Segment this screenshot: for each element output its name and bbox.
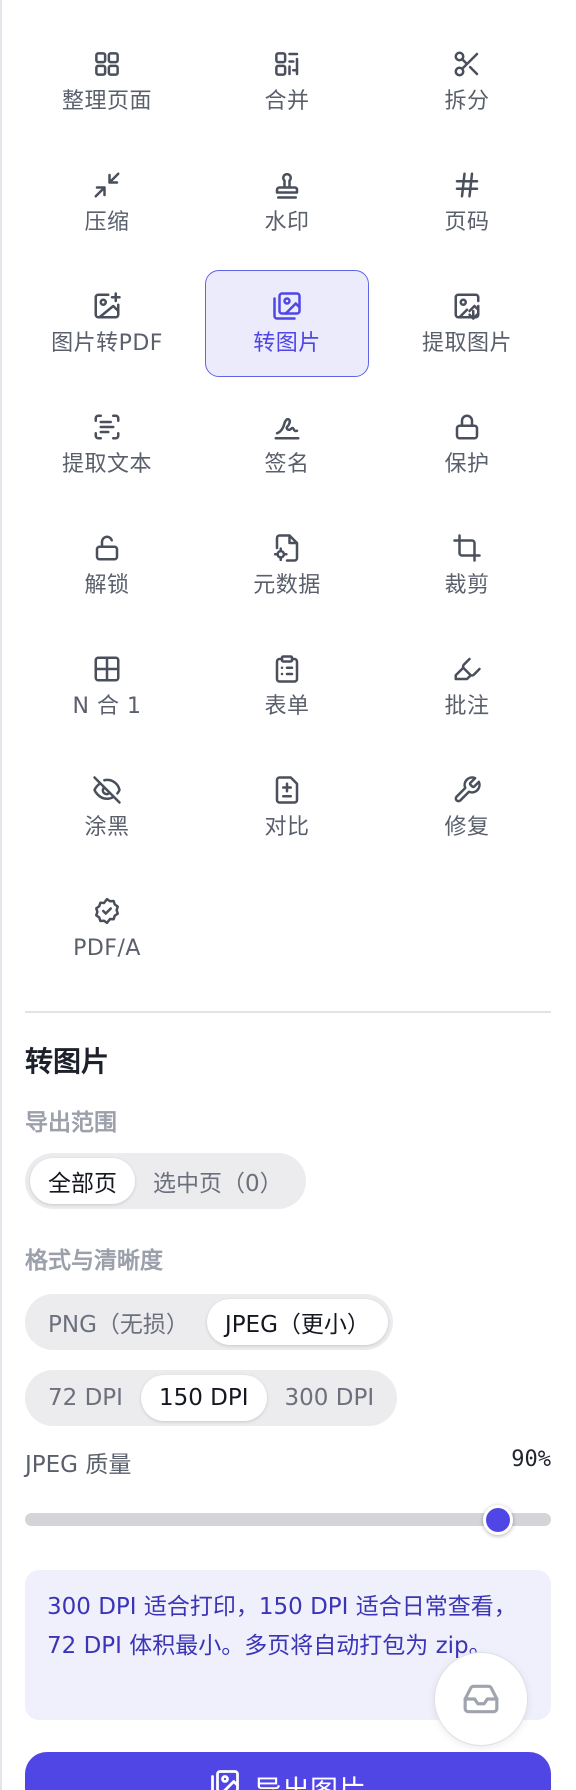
images-icon (273, 291, 301, 320)
tool-to-image[interactable]: 转图片 (205, 270, 369, 377)
tool-label: 图片转PDF (51, 330, 163, 356)
file-cog-icon (273, 533, 299, 562)
range-option-all[interactable]: 全部页 (30, 1158, 135, 1204)
tool-split[interactable]: 拆分 (385, 28, 549, 135)
format-label: 格式与清晰度 (25, 1248, 163, 1274)
tool-label: 转图片 (253, 330, 321, 356)
tool-label: 涂黑 (84, 814, 130, 840)
unlock-icon (95, 535, 119, 560)
tool-unlock[interactable]: 解锁 (25, 512, 189, 619)
wrench-icon (454, 775, 481, 802)
tool-label: 提取图片 (421, 330, 512, 356)
tool-label: 提取文本 (61, 451, 152, 477)
tool-metadata[interactable]: 元数据 (205, 512, 369, 619)
tool-label: 整理页面 (61, 88, 152, 114)
compress-icon (94, 172, 120, 197)
tool-forms[interactable]: 表单 (205, 633, 369, 740)
image-download-icon (454, 293, 480, 320)
tool-compare[interactable]: 对比 (205, 754, 369, 861)
tool-label: 保护 (444, 451, 490, 477)
format-option-png[interactable]: PNG（无损） (30, 1299, 207, 1345)
tool-label: 对比 (264, 814, 310, 840)
stamp-icon (275, 172, 299, 199)
format-option-jpeg[interactable]: JPEG（更小） (206, 1299, 388, 1345)
scissors-icon (454, 51, 479, 76)
jpeg-quality-label: JPEG 质量 (25, 1452, 132, 1478)
grid-icon (95, 51, 119, 76)
tool-label: 压缩 (84, 209, 130, 235)
tool-label: 表单 (264, 693, 310, 719)
tool-crop[interactable]: 裁剪 (385, 512, 549, 619)
tool-label: 修复 (444, 814, 490, 840)
dpi-option-300[interactable]: 300 DPI (267, 1375, 393, 1421)
eye-off-icon (93, 775, 121, 804)
export-images-button[interactable]: 导出图片 (25, 1752, 551, 1790)
file-diff-icon (275, 775, 299, 804)
images-icon (211, 1770, 239, 1790)
jpeg-quality-slider[interactable] (25, 1513, 551, 1526)
tool-image-to-pdf[interactable]: 图片转PDF (25, 270, 189, 377)
tool-label: 裁剪 (444, 572, 490, 598)
hash-icon (455, 172, 479, 197)
range-option-selected[interactable]: 选中页（0） (135, 1158, 301, 1204)
crop-icon (453, 533, 481, 562)
inbox-icon (463, 1684, 499, 1714)
tool-page-numbers[interactable]: 页码 (385, 149, 549, 256)
tool-label: PDF/A (73, 935, 141, 961)
pen-annotate-icon (454, 657, 481, 680)
tool-label: 解锁 (84, 572, 130, 598)
tool-merge[interactable]: 合并 (205, 28, 369, 135)
export-range-label: 导出范围 (25, 1110, 117, 1136)
tool-redact[interactable]: 涂黑 (25, 754, 189, 861)
tool-pdfa[interactable]: PDF/A (25, 875, 189, 982)
merge-icon (275, 51, 299, 76)
tool-repair[interactable]: 修复 (385, 754, 549, 861)
tool-label: 合并 (264, 88, 310, 114)
tool-annotate[interactable]: 批注 (385, 633, 549, 740)
inbox-fab-button[interactable] (434, 1652, 528, 1746)
left-border (0, 0, 2, 1790)
dpi-option-72[interactable]: 72 DPI (30, 1375, 141, 1421)
tool-protect[interactable]: 保护 (385, 391, 549, 498)
tool-label: N 合 1 (72, 693, 142, 719)
tool-watermark[interactable]: 水印 (205, 149, 369, 256)
format-segmented: PNG（无损） JPEG（更小） (25, 1294, 393, 1350)
jpeg-quality-value: 90% (511, 1447, 551, 1472)
image-plus-icon (94, 291, 121, 318)
tool-label: 拆分 (444, 88, 490, 114)
panel-title: 转图片 (25, 1045, 110, 1078)
tool-extract-text[interactable]: 提取文本 (25, 391, 189, 498)
clipboard-list-icon (275, 654, 299, 683)
tool-label: 页码 (444, 209, 490, 235)
tool-label: 元数据 (253, 572, 321, 598)
tool-organize-pages[interactable]: 整理页面 (25, 28, 189, 135)
section-divider (25, 1011, 551, 1013)
tool-label: 签名 (264, 451, 310, 477)
tool-label: 水印 (264, 209, 310, 235)
badge-check-icon (95, 897, 119, 924)
tool-extract-images[interactable]: 提取图片 (385, 270, 549, 377)
dpi-option-150[interactable]: 150 DPI (140, 1375, 267, 1421)
export-button-label: 导出图片 (254, 1769, 366, 1790)
tool-label: 批注 (444, 693, 490, 719)
jpeg-quality-slider-thumb[interactable] (483, 1505, 514, 1535)
scan-text-icon (94, 414, 120, 439)
signature-icon (274, 417, 300, 439)
tool-n-up[interactable]: N 合 1 (25, 633, 189, 740)
dpi-segmented: 72 DPI 150 DPI 300 DPI (25, 1370, 398, 1426)
export-range-segmented: 全部页 选中页（0） (25, 1153, 306, 1209)
tool-grid: 整理页面 合并 拆分 压缩 水印 页码 图片转PDF 转图片 提取图片 提取文本 (25, 0, 551, 982)
tool-compress[interactable]: 压缩 (25, 149, 189, 256)
lock-icon (455, 414, 479, 439)
layout-grid-icon (94, 656, 120, 681)
tool-sign[interactable]: 签名 (205, 391, 369, 498)
